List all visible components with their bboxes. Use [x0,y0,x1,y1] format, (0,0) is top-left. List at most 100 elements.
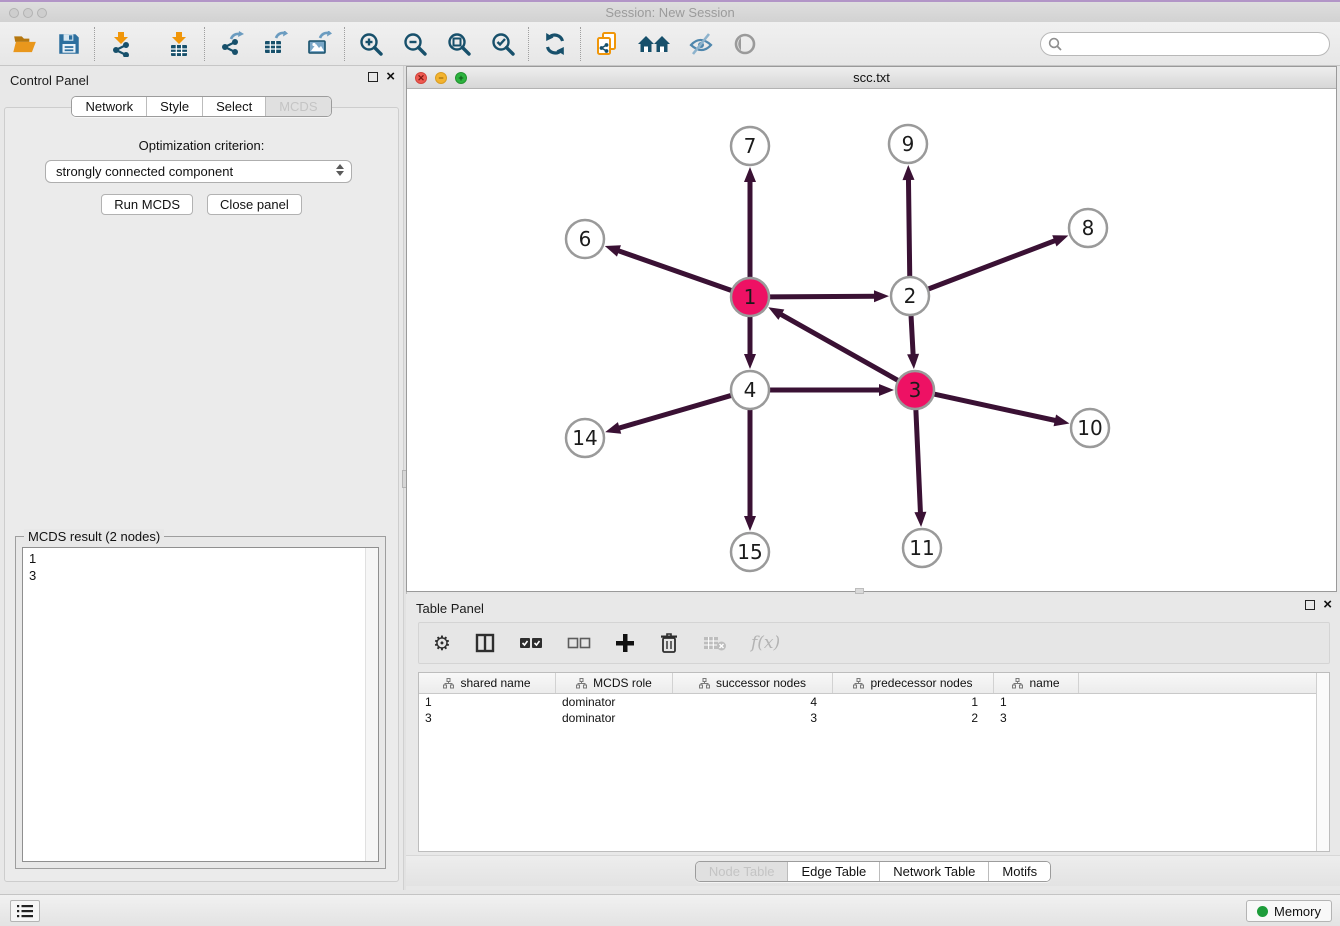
application-window: { "window": { "title": "Session: New Ses… [0,0,1340,926]
tab-select[interactable]: Select [202,97,265,116]
graph-edge-2-3[interactable] [911,316,913,357]
network-window-title: scc.txt [407,70,1336,85]
control-panel-float-icon[interactable] [368,72,378,82]
add-column-icon[interactable] [615,633,635,653]
hide-selected-icon[interactable] [686,29,716,59]
mcds-result-scrollbar[interactable] [365,548,378,861]
table-cell[interactable]: 4 [673,695,833,709]
graph-edge-arrowhead [744,354,756,369]
task-history-button[interactable] [10,900,40,922]
tab-style[interactable]: Style [146,97,202,116]
column-header-mcds-role[interactable]: MCDS role [556,673,673,693]
sort-icon [1012,678,1023,689]
node-table-header: shared name MCDS role successor nodesprede… [419,673,1329,694]
column-header-shared-name[interactable]: shared name [419,673,556,693]
zoom-in-icon[interactable] [356,29,386,59]
import-network-icon[interactable] [106,29,136,59]
mcds-result-box[interactable]: 13 [22,547,379,862]
delete-column-icon[interactable] [659,632,679,654]
export-network-icon[interactable] [216,29,246,59]
graph-edge-1-6[interactable] [616,250,731,290]
graph-edge-arrowhead [605,422,621,434]
mcds-result-line: 3 [23,567,364,584]
window-titlebar: Session: New Session [0,0,1340,22]
first-neighbors-icon[interactable] [636,29,672,59]
criterion-select-value: strongly connected component [56,164,233,179]
column-header-predecessor-nodes[interactable]: predecessor nodes [833,673,994,693]
export-image-icon[interactable] [304,29,334,59]
graph-edge-3-1[interactable] [779,313,898,380]
select-all-icon[interactable] [519,636,543,650]
network-window-titlebar: ✕ − + scc.txt [407,67,1336,89]
table-cell[interactable]: dominator [556,695,673,709]
show-all-icon[interactable] [730,29,760,59]
graph-edge-4-14[interactable] [617,396,731,429]
column-chooser-icon[interactable] [475,633,495,653]
table-cell[interactable]: 1 [833,695,994,709]
tab-mcds[interactable]: MCDS [265,97,330,116]
graph-edge-arrowhead [1052,235,1068,246]
graph-edge-1-2[interactable] [770,296,877,297]
refresh-icon[interactable] [540,29,570,59]
table-cell[interactable]: 3 [419,711,556,725]
settings-gear-icon[interactable]: ⚙ [433,631,451,656]
graph-node-label-14: 14 [572,426,597,450]
graph-node-label-2: 2 [904,284,917,308]
network-canvas[interactable]: 7968124314101511 [407,89,1336,591]
table-cell[interactable]: dominator [556,711,673,725]
unselect-all-icon[interactable] [567,636,591,650]
tab-edge-table[interactable]: Edge Table [787,862,879,881]
list-icon [16,904,34,918]
graph-edge-3-10[interactable] [935,394,1058,421]
table-panel-title: Table Panel [416,601,484,616]
delete-table-icon [703,635,727,651]
export-table-icon[interactable] [260,29,290,59]
tab-node-table[interactable]: Node Table [696,862,788,881]
graph-node-label-7: 7 [744,134,757,158]
memory-button[interactable]: Memory [1246,900,1332,922]
table-cell[interactable]: 3 [673,711,833,725]
graph-edge-2-9[interactable] [908,177,909,276]
graph-edge-arrowhead [914,512,926,527]
node-table-scrollbar[interactable] [1316,673,1329,851]
column-header-name[interactable]: name [994,673,1079,693]
column-header-label: MCDS role [593,676,652,690]
copy-view-icon[interactable] [592,29,622,59]
save-session-icon[interactable] [54,29,84,59]
graph-node-label-11: 11 [909,536,934,560]
table-row[interactable]: 1dominator411 [419,694,1329,710]
graph-edge-arrowhead [879,384,894,396]
graph-edge-arrowhead [744,167,756,182]
criterion-select[interactable]: strongly connected component [45,160,352,183]
sort-icon [443,678,454,689]
tab-motifs[interactable]: Motifs [988,862,1050,881]
graph-node-label-1: 1 [744,285,757,309]
control-panel-close-icon[interactable]: × [386,72,395,82]
zoom-out-icon[interactable] [400,29,430,59]
table-cell[interactable]: 1 [419,695,556,709]
graph-node-label-3: 3 [909,378,922,402]
tab-network-table[interactable]: Network Table [879,862,988,881]
zoom-selected-icon[interactable] [488,29,518,59]
graph-node-label-9: 9 [902,132,915,156]
table-cell[interactable]: 2 [833,711,994,725]
table-cell[interactable]: 1 [994,695,1079,709]
graph-edge-3-11[interactable] [916,410,921,515]
column-header-label: shared name [460,676,530,690]
tab-network[interactable]: Network [72,97,146,116]
import-table-icon[interactable] [164,29,194,59]
close-panel-button[interactable]: Close panel [207,194,302,215]
run-mcds-button[interactable]: Run MCDS [101,194,193,215]
search-input[interactable] [1040,32,1330,56]
table-panel-float-icon[interactable] [1305,600,1315,610]
column-header-successor-nodes[interactable]: successor nodes [673,673,833,693]
graph-edge-2-8[interactable] [929,240,1057,289]
graph-node-label-8: 8 [1082,216,1095,240]
open-file-icon[interactable] [10,29,40,59]
table-row[interactable]: 3dominator323 [419,710,1329,726]
zoom-fit-icon[interactable] [444,29,474,59]
table-panel-close-icon[interactable]: × [1323,600,1332,610]
control-panel-header: Control Panel × [0,66,403,94]
table-cell[interactable]: 3 [994,711,1079,725]
node-table: shared name MCDS role successor nodesprede… [418,672,1330,852]
